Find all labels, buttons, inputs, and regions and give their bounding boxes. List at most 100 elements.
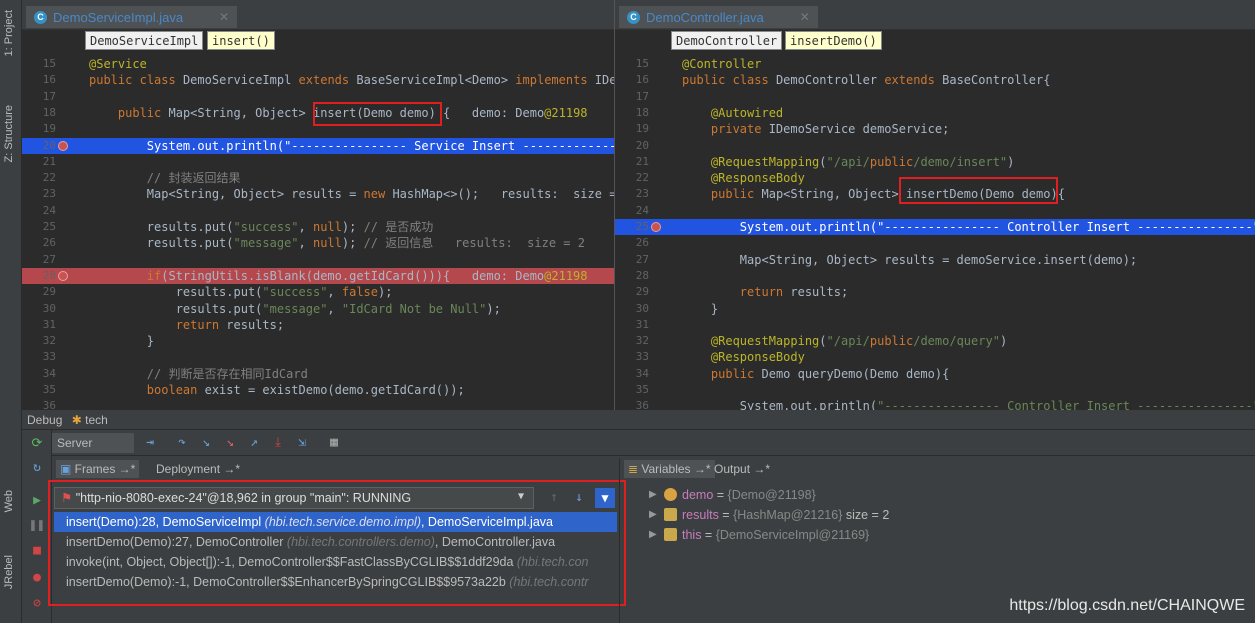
breakpoint-icon[interactable]: [651, 222, 661, 232]
code-line[interactable]: 36: [22, 398, 614, 410]
code-line[interactable]: 29 results.put("success", false);: [22, 284, 614, 300]
line-number[interactable]: 28: [615, 268, 649, 284]
drop-frame-icon[interactable]: ⤓: [270, 435, 286, 451]
line-number[interactable]: 33: [22, 349, 56, 365]
code-line[interactable]: 17: [615, 89, 1255, 105]
code-line[interactable]: 22 // 封装返回结果: [22, 170, 614, 186]
code-line[interactable]: 36 System.out.println("---------------- …: [615, 398, 1255, 410]
line-number[interactable]: 24: [22, 203, 56, 219]
code-line[interactable]: 25 results.put("success", null); // 是否成功: [22, 219, 614, 235]
code-line[interactable]: 31: [615, 317, 1255, 333]
code-line[interactable]: 29 return results;: [615, 284, 1255, 300]
code-line[interactable]: 18 @Autowired: [615, 105, 1255, 121]
code-line[interactable]: 33 @ResponseBody: [615, 349, 1255, 365]
line-number[interactable]: 30: [615, 301, 649, 317]
run-to-cursor-icon[interactable]: ⇲: [294, 435, 310, 451]
line-number[interactable]: 34: [615, 366, 649, 382]
line-number[interactable]: 31: [615, 317, 649, 333]
step-over-icon[interactable]: ↷: [174, 435, 190, 451]
line-number[interactable]: 31: [22, 317, 56, 333]
server-tab[interactable]: Server: [52, 433, 134, 453]
line-number[interactable]: 18: [22, 105, 56, 121]
code-line[interactable]: 15 @Service: [22, 56, 614, 72]
line-number[interactable]: 23: [615, 186, 649, 202]
line-number[interactable]: 33: [615, 349, 649, 365]
line-number[interactable]: 35: [22, 382, 56, 398]
line-number[interactable]: 36: [615, 398, 649, 410]
expand-icon[interactable]: ▶: [649, 505, 657, 525]
code-line[interactable]: 24: [22, 203, 614, 219]
code-line[interactable]: 26 results.put("message", null); // 返回信息…: [22, 235, 614, 251]
resume-icon[interactable]: ▶: [29, 493, 45, 509]
line-number[interactable]: 18: [615, 105, 649, 121]
expand-icon[interactable]: ▶: [649, 525, 657, 545]
line-number[interactable]: 34: [22, 366, 56, 382]
code-line[interactable]: 21 @RequestMapping("/api/public/demo/ins…: [615, 154, 1255, 170]
tab-democontroller[interactable]: C DemoController.java ✕: [619, 6, 818, 28]
jrebel-tool-button[interactable]: JRebel: [3, 555, 15, 589]
line-number[interactable]: 20: [22, 138, 56, 154]
line-number[interactable]: 32: [615, 333, 649, 349]
line-number[interactable]: 29: [22, 284, 56, 300]
code-line[interactable]: 24: [615, 203, 1255, 219]
step-into-icon[interactable]: ↘: [198, 435, 214, 451]
code-line[interactable]: 33: [22, 349, 614, 365]
code-line[interactable]: 20 System.out.println("---------------- …: [22, 137, 614, 154]
line-number[interactable]: 16: [615, 72, 649, 88]
line-number[interactable]: 19: [615, 121, 649, 137]
tab-demoserviceimpl[interactable]: C DemoServiceImpl.java ✕: [26, 6, 238, 28]
breadcrumb-class[interactable]: DemoController: [671, 31, 783, 50]
code-line[interactable]: 27: [22, 252, 614, 268]
show-execution-point-icon[interactable]: ⇥: [142, 435, 158, 451]
code-line[interactable]: 28 if(StringUtils.isBlank(demo.getIdCard…: [22, 267, 614, 285]
line-number[interactable]: 32: [22, 333, 56, 349]
code-line[interactable]: 23 Map<String, Object> results = new Has…: [22, 186, 614, 202]
code-line[interactable]: 25 System.out.println("---------------- …: [615, 219, 1255, 236]
code-line[interactable]: 16 public class DemoController extends Ba…: [615, 72, 1255, 88]
project-tool-button[interactable]: 1: Project: [3, 10, 15, 56]
code-line[interactable]: 31 return results;: [22, 317, 614, 333]
code-line[interactable]: 30 }: [615, 301, 1255, 317]
code-line[interactable]: 35 boolean exist = existDemo(demo.getIdC…: [22, 382, 614, 398]
view-breakpoints-icon[interactable]: ●: [29, 570, 45, 586]
rerun-icon[interactable]: ⟳: [29, 436, 45, 452]
breadcrumb-class[interactable]: DemoServiceImpl: [85, 31, 204, 50]
variables-tab[interactable]: ≣ Variables →*: [624, 460, 715, 478]
breadcrumb-method[interactable]: insertDemo(): [785, 31, 882, 50]
evaluate-expression-icon[interactable]: ▦: [326, 435, 342, 451]
code-line[interactable]: 32 }: [22, 333, 614, 349]
line-number[interactable]: 30: [22, 301, 56, 317]
code-line[interactable]: 26: [615, 235, 1255, 251]
line-number[interactable]: 21: [615, 154, 649, 170]
code-line[interactable]: 34 public Demo queryDemo(Demo demo){: [615, 366, 1255, 382]
close-icon[interactable]: ✕: [219, 10, 229, 24]
line-number[interactable]: 27: [615, 252, 649, 268]
deployment-tab[interactable]: Deployment →*: [152, 460, 244, 478]
line-number[interactable]: 26: [22, 235, 56, 251]
frames-tab[interactable]: ▣ Frames →*: [56, 460, 140, 478]
structure-tool-button[interactable]: Z: Structure: [3, 105, 15, 162]
line-number[interactable]: 27: [22, 252, 56, 268]
line-number[interactable]: 22: [615, 170, 649, 186]
line-number[interactable]: 36: [22, 398, 56, 410]
code-line[interactable]: 20: [615, 138, 1255, 154]
line-number[interactable]: 28: [22, 268, 56, 284]
output-tab[interactable]: Output →*: [710, 460, 774, 478]
code-line[interactable]: 21: [22, 154, 614, 170]
stop-icon[interactable]: ■: [29, 543, 45, 559]
code-line[interactable]: 32 @RequestMapping("/api/public/demo/que…: [615, 333, 1255, 349]
code-line[interactable]: 34 // 判断是否存在相同IdCard: [22, 366, 614, 382]
code-line[interactable]: 28: [615, 268, 1255, 284]
line-number[interactable]: 24: [615, 203, 649, 219]
line-number[interactable]: 17: [22, 89, 56, 105]
close-icon[interactable]: ✕: [800, 10, 810, 24]
force-step-into-icon[interactable]: ↘: [222, 435, 238, 451]
line-number[interactable]: 25: [615, 219, 649, 235]
variable-node[interactable]: ▶ this = {DemoServiceImpl@21169}: [619, 525, 1255, 545]
line-number[interactable]: 19: [22, 121, 56, 137]
code-line[interactable]: 35: [615, 382, 1255, 398]
line-number[interactable]: 17: [615, 89, 649, 105]
variable-node[interactable]: ▶ results = {HashMap@21216} size = 2: [619, 505, 1255, 525]
variable-node[interactable]: ▶ demo = {Demo@21198}: [619, 485, 1255, 505]
step-out-icon[interactable]: ↗: [246, 435, 262, 451]
